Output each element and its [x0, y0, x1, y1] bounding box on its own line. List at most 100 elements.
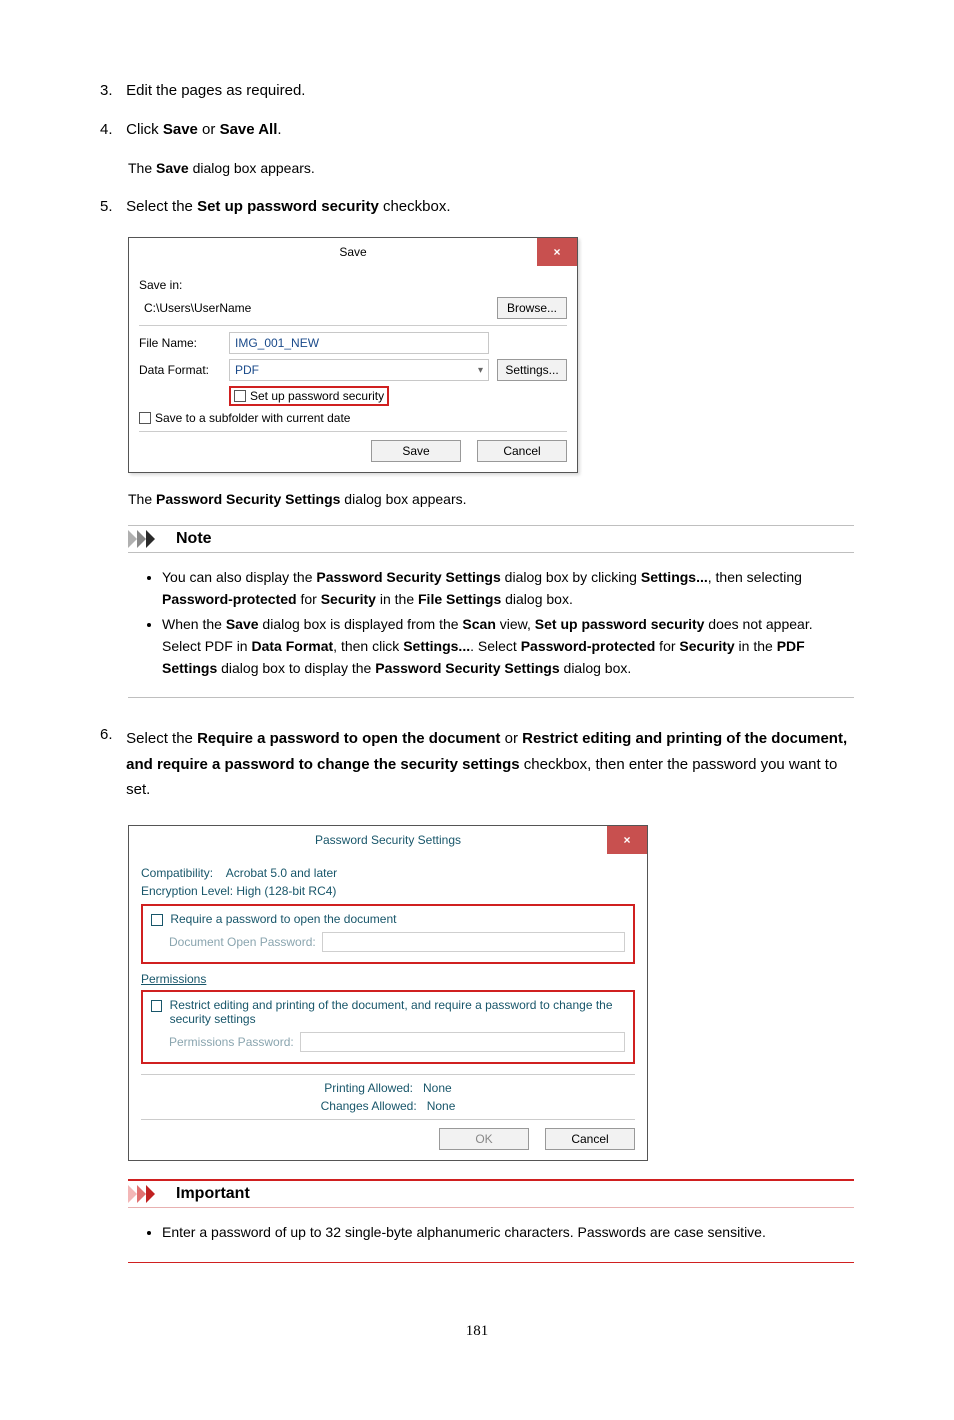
- permissions-header: Permissions: [141, 972, 635, 986]
- t-bold: Set up password security: [535, 616, 705, 632]
- t: dialog box to display the: [217, 660, 375, 676]
- t: or: [198, 121, 220, 138]
- cancel-button[interactable]: Cancel: [545, 1128, 635, 1150]
- password-security-settings-dialog: Password Security Settings × Compatibili…: [128, 825, 648, 1161]
- step-5-subtext: The Password Security Settings dialog bo…: [128, 491, 854, 507]
- arrows-icon: [128, 1185, 168, 1203]
- cancel-button[interactable]: Cancel: [477, 440, 567, 462]
- step-number: 3.: [100, 82, 122, 99]
- t: You can also display the: [162, 569, 316, 585]
- require-password-box: Require a password to open the document …: [141, 904, 635, 964]
- chevron-down-icon: ▾: [478, 365, 483, 376]
- note-heading-text: Note: [176, 530, 212, 548]
- t-bold: Password Security Settings: [375, 660, 559, 676]
- t: in the: [376, 591, 418, 607]
- perm-pw-label: Permissions Password:: [169, 1035, 294, 1049]
- separator: [141, 1119, 635, 1120]
- file-name-input[interactable]: IMG_001_NEW: [229, 332, 489, 354]
- compatibility-value: Acrobat 5.0 and later: [226, 866, 337, 880]
- file-name-label: File Name:: [139, 336, 229, 350]
- t-bold: Save: [226, 616, 259, 632]
- step-4-subtext: The Save dialog box appears.: [128, 160, 854, 176]
- t-bold: Set up password security: [197, 198, 379, 215]
- note-item: You can also display the Password Securi…: [162, 567, 854, 610]
- step-text: Select the Set up password security chec…: [126, 198, 852, 215]
- data-format-label: Data Format:: [139, 363, 229, 377]
- t-bold: Settings...: [641, 569, 708, 585]
- restrict-label: Restrict editing and printing of the doc…: [170, 998, 625, 1026]
- t: dialog box appears.: [189, 160, 315, 176]
- ok-button[interactable]: OK: [439, 1128, 529, 1150]
- close-icon: ×: [553, 245, 560, 259]
- file-name-row: File Name: IMG_001_NEW: [139, 332, 567, 354]
- step-number: 6.: [100, 726, 122, 743]
- step-3: 3. Edit the pages as required.: [100, 82, 854, 99]
- close-button[interactable]: ×: [537, 238, 577, 266]
- restrict-checkbox[interactable]: [151, 1000, 162, 1012]
- require-open-checkbox[interactable]: [151, 914, 163, 926]
- arrows-icon: [128, 530, 168, 548]
- settings-button[interactable]: Settings...: [497, 359, 567, 381]
- save-in-label: Save in:: [139, 278, 567, 292]
- perm-pw-input[interactable]: [300, 1032, 625, 1052]
- page-number: 181: [100, 1323, 854, 1340]
- dialog-titlebar: Password Security Settings ×: [129, 826, 647, 854]
- data-format-row: Data Format: PDF ▾ Settings...: [139, 359, 567, 381]
- password-security-label: Set up password security: [250, 389, 384, 403]
- t-bold: Security: [679, 638, 734, 654]
- t: , then selecting: [708, 569, 802, 585]
- close-button[interactable]: ×: [607, 826, 647, 854]
- step-6: 6. Select the Require a password to open…: [100, 726, 854, 803]
- note-body: You can also display the Password Securi…: [128, 552, 854, 697]
- t: . Select: [470, 638, 521, 654]
- t-bold: Scan: [462, 616, 495, 632]
- t: When the: [162, 616, 226, 632]
- note-list: You can also display the Password Securi…: [128, 567, 854, 679]
- require-open-row: Require a password to open the document: [151, 912, 625, 926]
- printing-allowed: Printing Allowed: None: [141, 1081, 635, 1095]
- subfolder-checkbox[interactable]: [139, 412, 151, 424]
- t: The: [128, 160, 156, 176]
- t: , then click: [333, 638, 403, 654]
- browse-button[interactable]: Browse...: [497, 297, 567, 319]
- printing-value: None: [423, 1081, 452, 1095]
- data-format-value: PDF: [235, 363, 259, 377]
- important-callout: Important Enter a password of up to 32 s…: [128, 1179, 854, 1263]
- t-bold: Require a password to open the document: [197, 730, 500, 747]
- separator: [139, 325, 567, 326]
- compatibility-label: Compatibility:: [141, 866, 213, 880]
- require-open-label: Require a password to open the document: [170, 912, 396, 926]
- dialog-body: Compatibility: Acrobat 5.0 and later Enc…: [129, 854, 647, 1160]
- important-item: Enter a password of up to 32 single-byte…: [162, 1222, 854, 1244]
- data-format-select[interactable]: PDF ▾: [229, 359, 489, 381]
- save-button[interactable]: Save: [371, 440, 461, 462]
- t: for: [655, 638, 679, 654]
- separator: [141, 1074, 635, 1075]
- t-bold: Save: [163, 121, 198, 138]
- restrict-row: Restrict editing and printing of the doc…: [151, 998, 625, 1026]
- file-name-value: IMG_001_NEW: [235, 336, 319, 350]
- changes-label: Changes Allowed:: [321, 1099, 417, 1113]
- t-bold: Security: [321, 591, 376, 607]
- t: for: [297, 591, 321, 607]
- printing-label: Printing Allowed:: [324, 1081, 413, 1095]
- changes-value: None: [427, 1099, 456, 1113]
- t-bold: Password Security Settings: [316, 569, 500, 585]
- perm-pw-row: Permissions Password:: [169, 1032, 625, 1052]
- step-text: Edit the pages as required.: [126, 82, 852, 99]
- t-bold: Settings...: [403, 638, 470, 654]
- t-bold: Password-protected: [162, 591, 297, 607]
- doc-open-pw-label: Document Open Password:: [169, 935, 316, 949]
- t: .: [277, 121, 281, 138]
- t: Select the: [126, 730, 197, 747]
- t: view,: [496, 616, 535, 632]
- t: in the: [735, 638, 777, 654]
- doc-open-pw-input[interactable]: [322, 932, 625, 952]
- t-bold: Data Format: [251, 638, 333, 654]
- t: dialog box.: [501, 591, 573, 607]
- note-item: When the Save dialog box is displayed fr…: [162, 614, 854, 679]
- step-5: 5. Select the Set up password security c…: [100, 198, 854, 215]
- t: The: [128, 491, 156, 507]
- t-bold: Save All: [220, 121, 278, 138]
- password-security-checkbox[interactable]: [234, 390, 246, 402]
